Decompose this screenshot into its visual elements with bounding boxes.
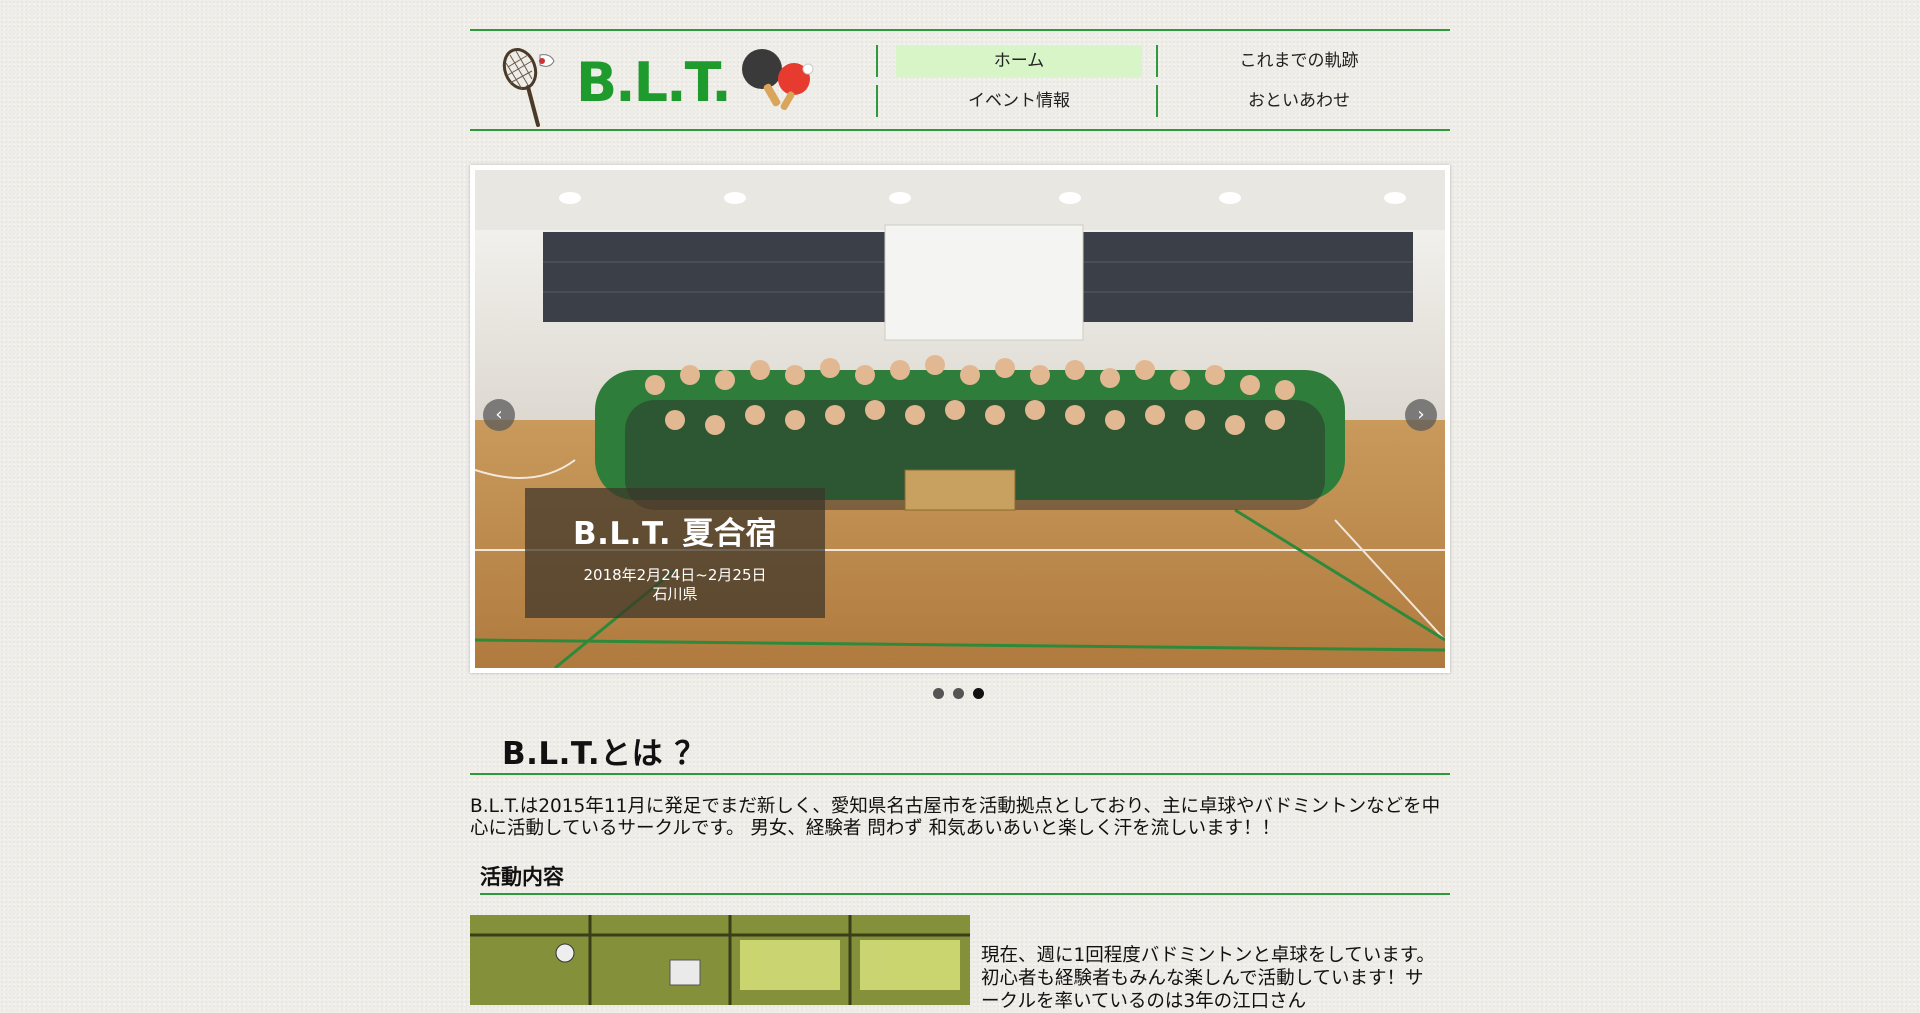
chevron-left-icon[interactable]: ‹	[483, 399, 515, 431]
site-logo[interactable]: B.L.T.	[498, 45, 814, 127]
slide-caption-date: 2018年2月24日~2月25日	[583, 566, 767, 584]
slider-dot-1[interactable]	[933, 688, 944, 699]
slider-dot-3[interactable]	[973, 688, 984, 699]
nav-separator	[1156, 85, 1158, 117]
hero-slider: B.L.T. 夏合宿 2018年2月24日~2月25日 石川県 ‹ ›	[470, 165, 1450, 673]
slide-caption: B.L.T. 夏合宿 2018年2月24日~2月25日 石川県	[525, 488, 825, 618]
nav-item-home[interactable]: ホーム	[896, 45, 1142, 77]
ping-pong-paddles-icon	[742, 49, 814, 111]
nav-separator	[1156, 45, 1158, 77]
slider-dot-2[interactable]	[953, 688, 964, 699]
about-description: B.L.T.は2015年11月に発足でまだ新しく、愛知県名古屋市を活動拠点として…	[470, 796, 1441, 839]
activity-divider	[480, 893, 1450, 895]
nav-item-events[interactable]: イベント情報	[896, 85, 1142, 117]
slide-caption-title: B.L.T. 夏合宿	[573, 516, 777, 552]
slider-pagination	[933, 688, 993, 702]
badminton-racket-icon	[502, 48, 555, 127]
about-heading: B.L.T.とは ？	[502, 736, 706, 772]
slide-caption-place: 石川県	[652, 585, 698, 603]
chevron-right-icon[interactable]: ›	[1405, 399, 1437, 431]
activity-photo	[470, 915, 970, 1005]
nav-item-history[interactable]: これまでの軌跡	[1176, 45, 1422, 77]
nav-item-contact[interactable]: おといあわせ	[1176, 85, 1422, 117]
activity-description: 現在、週に1回程度バドミントンと卓球をしています。 初心者も経験者もみんな楽しん…	[981, 945, 1435, 1012]
logo-text: B.L.T.	[576, 51, 732, 114]
nav-separator	[876, 45, 878, 77]
nav-separator	[876, 85, 878, 117]
gym-interior-photo	[470, 915, 970, 1005]
site-header: B.L.T. ホーム これまでの軌跡 イベント情報 おといあわせ	[470, 29, 1450, 131]
activity-heading: 活動内容	[480, 865, 564, 889]
main-nav: ホーム これまでの軌跡 イベント情報 おといあわせ	[876, 45, 1442, 117]
about-divider	[470, 773, 1450, 775]
